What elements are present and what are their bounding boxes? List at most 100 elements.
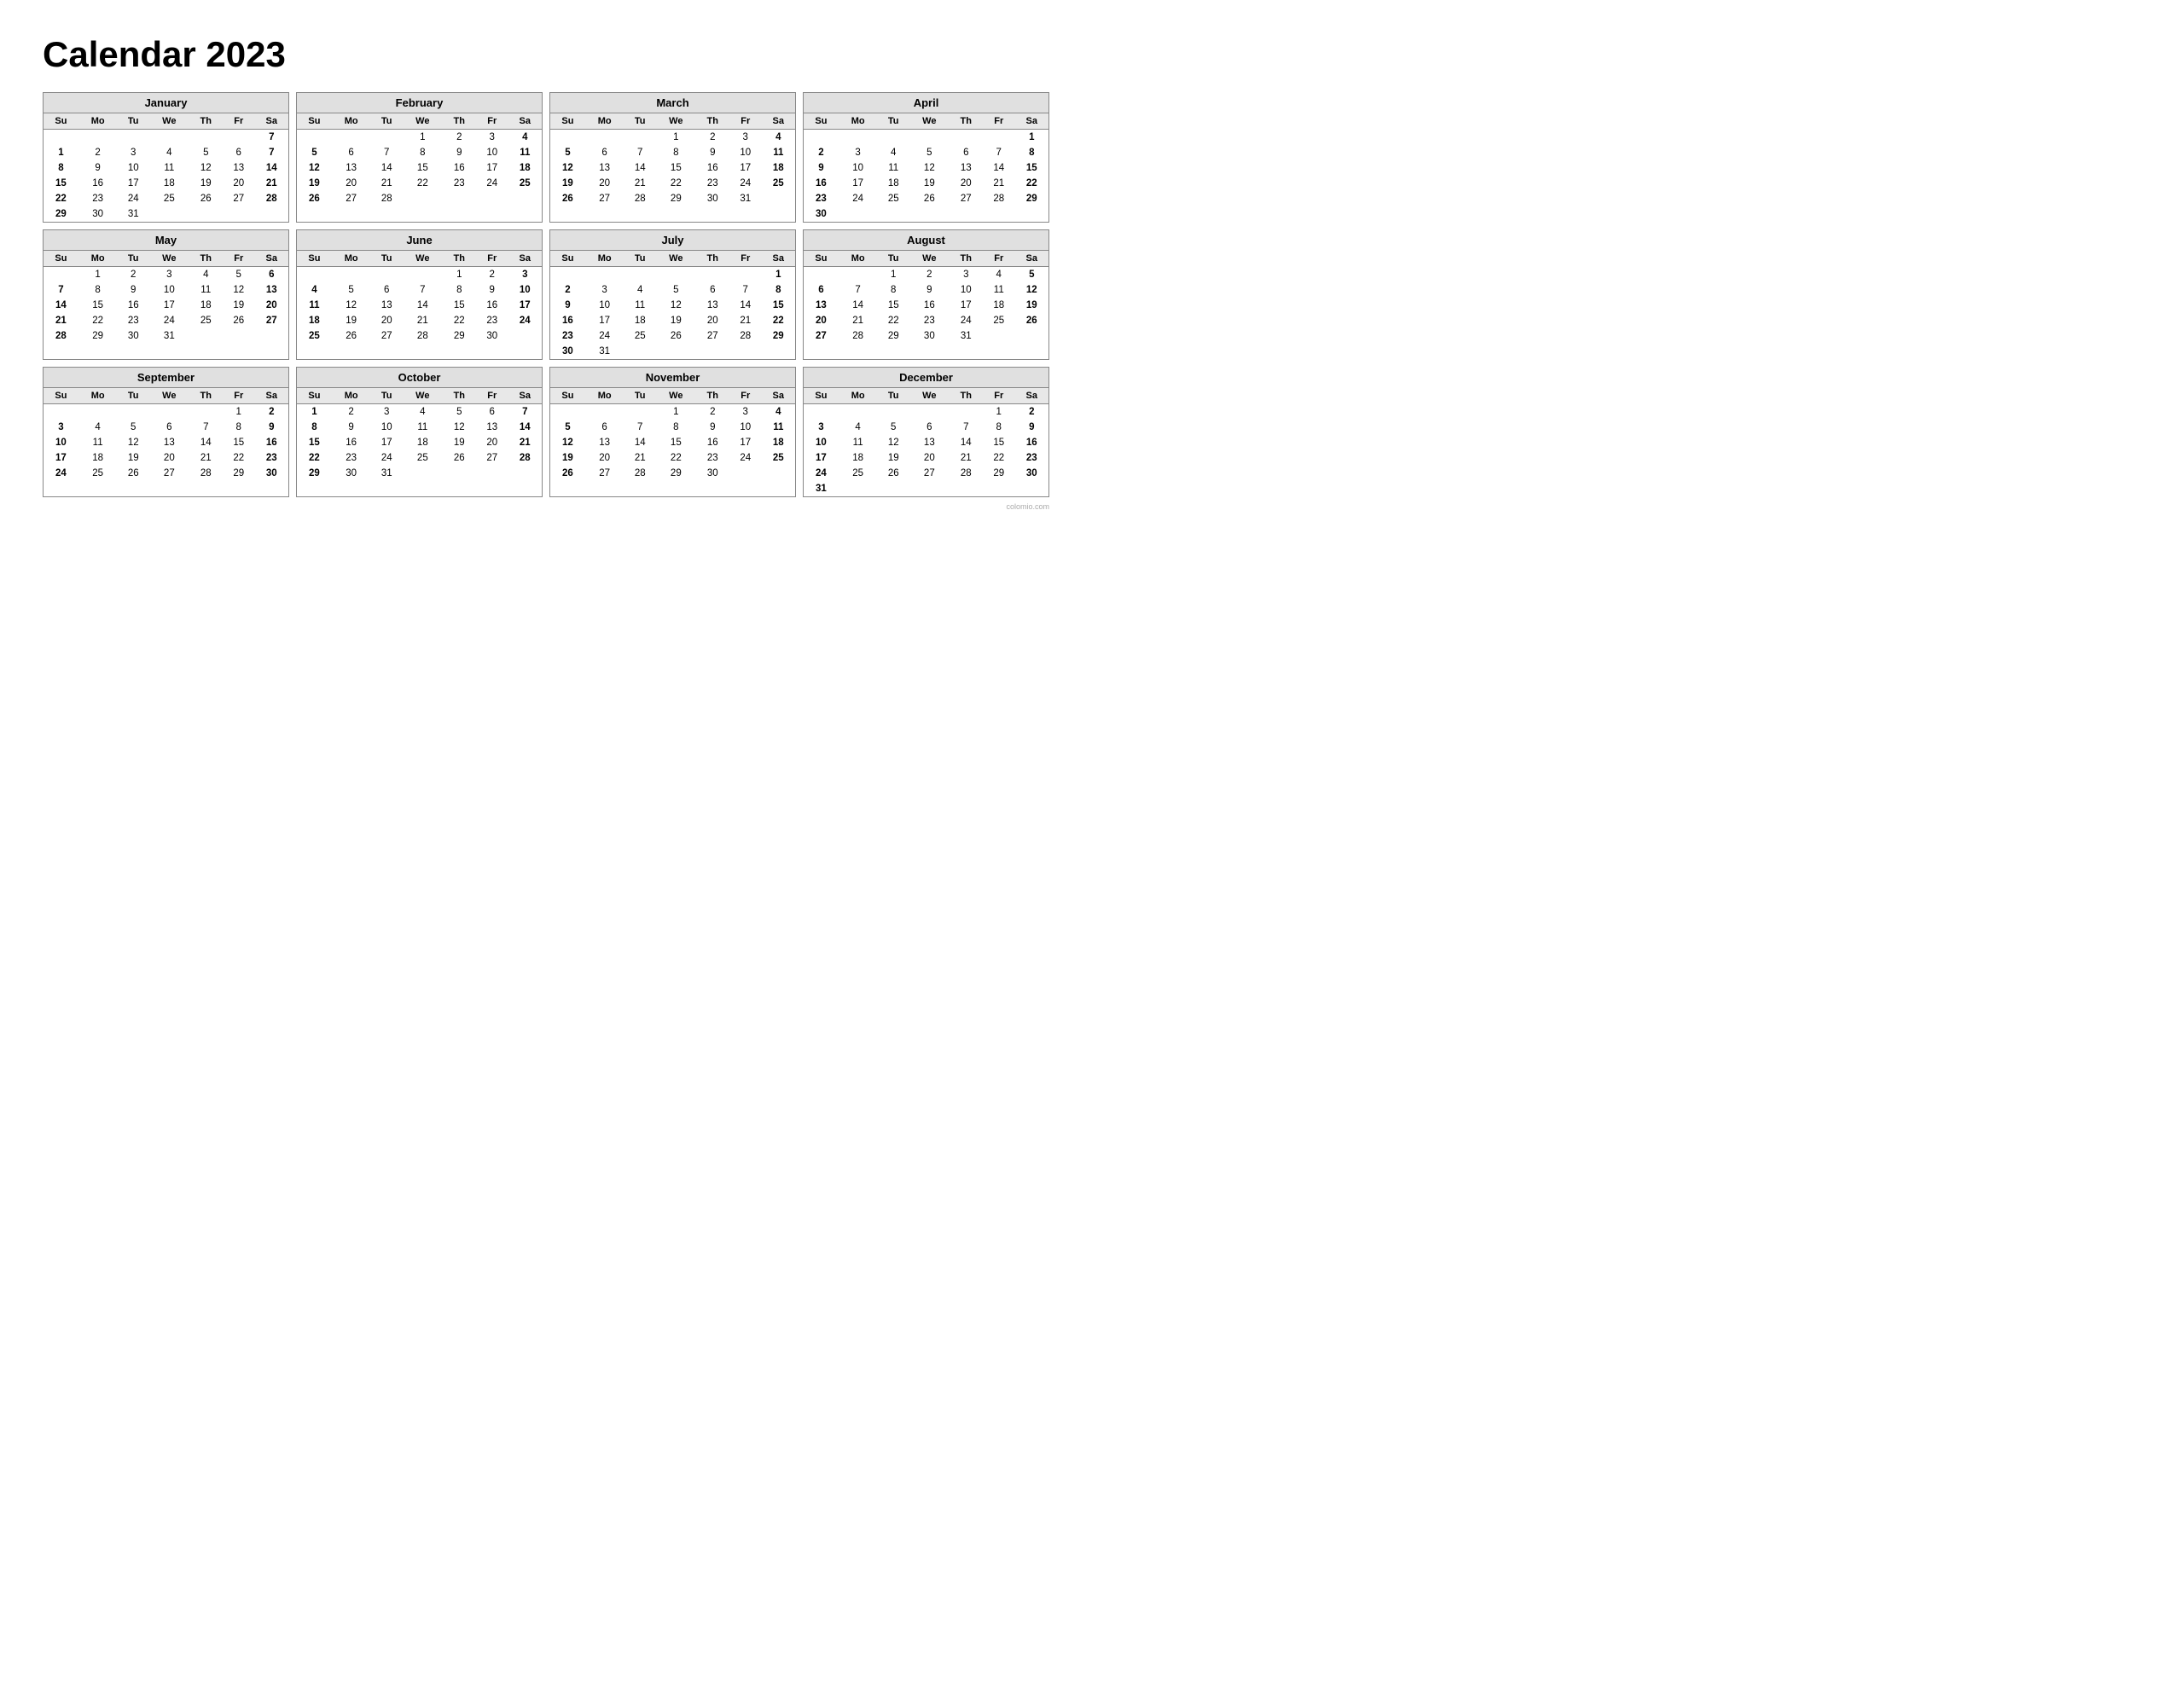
day-header-we: We xyxy=(656,388,696,404)
day-header-mo: Mo xyxy=(585,251,624,267)
day-cell: 20 xyxy=(950,176,983,191)
day-cell: 27 xyxy=(950,191,983,206)
day-cell: 15 xyxy=(1015,160,1048,176)
day-cell xyxy=(370,130,403,146)
day-cell xyxy=(585,130,624,146)
day-cell: 22 xyxy=(1015,176,1048,191)
day-cell: 11 xyxy=(78,435,118,450)
day-cell: 9 xyxy=(804,160,839,176)
day-cell xyxy=(189,328,223,344)
day-cell: 12 xyxy=(656,298,696,313)
day-cell: 15 xyxy=(762,298,795,313)
day-cell xyxy=(117,404,149,420)
day-header-sa: Sa xyxy=(508,113,542,130)
day-cell: 21 xyxy=(983,176,1015,191)
day-cell: 17 xyxy=(117,176,149,191)
day-cell xyxy=(550,404,585,420)
day-cell: 15 xyxy=(656,435,696,450)
day-header-tu: Tu xyxy=(624,113,656,130)
day-cell: 9 xyxy=(255,420,288,435)
day-cell xyxy=(950,481,983,496)
day-cell: 8 xyxy=(443,282,476,298)
day-cell: 19 xyxy=(909,176,950,191)
day-cell: 13 xyxy=(332,160,371,176)
day-cell: 31 xyxy=(729,191,762,206)
day-cell: 3 xyxy=(44,420,78,435)
day-cell: 4 xyxy=(762,130,795,146)
day-cell: 17 xyxy=(950,298,983,313)
day-cell: 20 xyxy=(585,176,624,191)
day-cell: 16 xyxy=(117,298,149,313)
day-cell: 18 xyxy=(762,435,795,450)
day-cell: 4 xyxy=(508,130,542,146)
day-header-fr: Fr xyxy=(476,113,508,130)
day-cell: 3 xyxy=(729,404,762,420)
day-cell: 28 xyxy=(370,191,403,206)
day-cell xyxy=(223,328,255,344)
day-cell: 6 xyxy=(804,282,839,298)
day-cell: 6 xyxy=(476,404,508,420)
day-cell: 25 xyxy=(297,328,332,344)
month-november: NovemberSuMoTuWeThFrSa123456789101112131… xyxy=(549,367,796,497)
day-cell: 3 xyxy=(370,404,403,420)
day-cell xyxy=(696,344,729,359)
day-cell: 14 xyxy=(983,160,1015,176)
day-cell: 28 xyxy=(729,328,762,344)
day-cell: 6 xyxy=(696,282,729,298)
day-cell: 5 xyxy=(656,282,696,298)
day-cell: 25 xyxy=(762,176,795,191)
day-cell: 20 xyxy=(585,450,624,466)
day-cell: 26 xyxy=(117,466,149,481)
day-cell: 2 xyxy=(804,145,839,160)
day-cell: 18 xyxy=(78,450,118,466)
day-cell: 14 xyxy=(839,298,878,313)
day-header-mo: Mo xyxy=(78,113,118,130)
day-cell: 1 xyxy=(44,145,78,160)
day-cell: 22 xyxy=(656,450,696,466)
day-cell: 10 xyxy=(950,282,983,298)
day-cell xyxy=(370,267,403,283)
day-cell: 29 xyxy=(223,466,255,481)
day-cell: 14 xyxy=(950,435,983,450)
day-cell: 11 xyxy=(508,145,542,160)
day-header-sa: Sa xyxy=(255,388,288,404)
day-cell: 5 xyxy=(443,404,476,420)
month-august: AugustSuMoTuWeThFrSa12345678910111213141… xyxy=(803,229,1049,360)
day-cell xyxy=(656,344,696,359)
day-cell: 14 xyxy=(403,298,443,313)
day-cell: 29 xyxy=(44,206,78,222)
day-cell: 25 xyxy=(624,328,656,344)
day-cell xyxy=(624,267,656,283)
day-header-tu: Tu xyxy=(117,388,149,404)
day-cell: 22 xyxy=(762,313,795,328)
day-cell: 7 xyxy=(950,420,983,435)
day-cell: 6 xyxy=(332,145,371,160)
day-cell xyxy=(877,481,909,496)
day-cell: 15 xyxy=(983,435,1015,450)
day-header-sa: Sa xyxy=(508,388,542,404)
day-header-tu: Tu xyxy=(117,251,149,267)
day-cell: 18 xyxy=(403,435,443,450)
day-cell: 4 xyxy=(624,282,656,298)
day-cell: 16 xyxy=(78,176,118,191)
day-cell: 5 xyxy=(877,420,909,435)
day-cell: 18 xyxy=(983,298,1015,313)
day-cell: 23 xyxy=(255,450,288,466)
day-cell: 26 xyxy=(550,466,585,481)
day-cell: 31 xyxy=(370,466,403,481)
day-cell: 5 xyxy=(332,282,371,298)
day-cell: 21 xyxy=(370,176,403,191)
day-cell xyxy=(909,130,950,146)
day-cell: 13 xyxy=(585,435,624,450)
day-cell: 23 xyxy=(476,313,508,328)
day-cell xyxy=(550,130,585,146)
day-cell: 5 xyxy=(117,420,149,435)
day-header-fr: Fr xyxy=(729,113,762,130)
day-cell: 5 xyxy=(189,145,223,160)
day-cell xyxy=(149,404,189,420)
day-cell xyxy=(839,404,878,420)
day-header-tu: Tu xyxy=(624,251,656,267)
day-header-tu: Tu xyxy=(370,388,403,404)
day-cell: 28 xyxy=(508,450,542,466)
day-cell: 25 xyxy=(149,191,189,206)
